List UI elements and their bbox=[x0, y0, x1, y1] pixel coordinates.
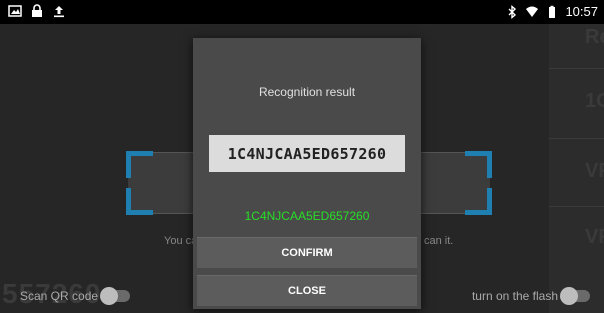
scan-qr-toggle[interactable] bbox=[100, 287, 131, 305]
panel-row-2: VF bbox=[585, 160, 604, 182]
panel-heading: Re bbox=[585, 26, 604, 48]
recognition-dialog: Recognition result 1C4NJCAA5ED657260 1C4… bbox=[193, 38, 421, 309]
scan-hint-right: can it. bbox=[424, 235, 454, 247]
scan-qr-toggle-row: Scan QR code bbox=[20, 287, 131, 305]
flash-toggle-row: turn on the flash bbox=[471, 287, 590, 305]
frame-corner-bottom-right bbox=[465, 188, 492, 215]
confirm-button[interactable]: CONFIRM bbox=[197, 237, 417, 268]
status-time: 10:57 bbox=[565, 4, 598, 19]
panel-divider bbox=[549, 138, 604, 139]
frame-corner-top-right bbox=[465, 151, 492, 178]
close-button[interactable]: CLOSE bbox=[197, 275, 417, 306]
status-left-icons bbox=[8, 4, 66, 18]
frame-corner-top-left bbox=[126, 151, 153, 178]
status-right-icons: 10:57 bbox=[505, 4, 598, 19]
frame-corner-bottom-left bbox=[126, 188, 153, 215]
flash-toggle[interactable] bbox=[560, 287, 590, 305]
dialog-title: Recognition result bbox=[258, 85, 356, 99]
panel-row-1: 1C bbox=[585, 90, 604, 112]
flash-label: turn on the flash bbox=[471, 289, 558, 303]
battery-icon bbox=[549, 5, 556, 18]
vin-result-text: 1C4NJCAA5ED657260 bbox=[244, 209, 370, 223]
image-icon bbox=[8, 5, 22, 17]
status-bar: 10:57 bbox=[0, 0, 604, 24]
toggle-knob bbox=[100, 287, 119, 305]
results-panel: Re 1C VF VF bbox=[549, 24, 604, 313]
scan-qr-label: Scan QR code bbox=[20, 289, 99, 303]
toggle-knob bbox=[560, 287, 578, 305]
upload-icon bbox=[54, 6, 64, 18]
panel-row-3: VF bbox=[585, 226, 604, 248]
panel-divider bbox=[549, 206, 604, 207]
panel-divider bbox=[549, 68, 604, 69]
vin-image: 1C4NJCAA5ED657260 bbox=[209, 135, 405, 172]
wifi-icon bbox=[526, 6, 539, 17]
bluetooth-icon bbox=[508, 4, 517, 19]
lock-icon bbox=[32, 4, 42, 17]
